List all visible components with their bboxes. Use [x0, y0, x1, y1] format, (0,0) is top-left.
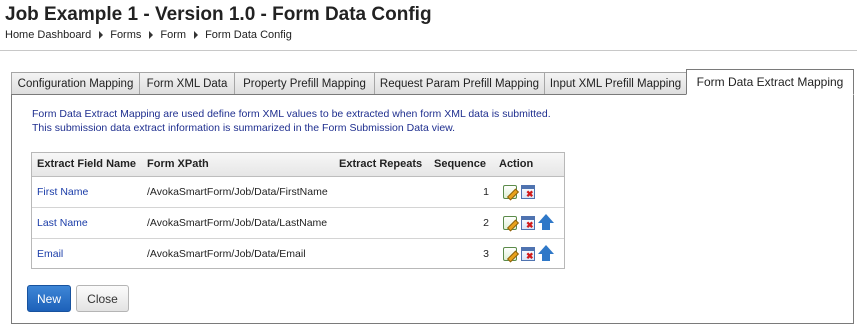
- header-sequence[interactable]: Sequence: [434, 158, 486, 170]
- header-form-xpath[interactable]: Form XPath: [147, 158, 209, 170]
- delete-icon[interactable]: [521, 185, 535, 199]
- edit-icon[interactable]: [503, 247, 517, 261]
- form-xpath-value: /AvokaSmartForm/Job/Data/LastName: [147, 217, 328, 229]
- tab-panel: Form Data Extract Mapping are used defin…: [11, 94, 854, 324]
- tab-configuration-mapping[interactable]: Configuration Mapping: [11, 72, 140, 94]
- breadcrumb: Home Dashboard Forms Form Form Data Conf…: [5, 29, 292, 41]
- table-row: Last Name /AvokaSmartForm/Job/Data/LastN…: [32, 208, 564, 239]
- row-actions: [502, 214, 554, 231]
- header-extract-repeats[interactable]: Extract Repeats: [339, 158, 422, 170]
- move-up-icon[interactable]: [538, 245, 554, 262]
- delete-icon[interactable]: [521, 216, 535, 230]
- form-xpath-value: /AvokaSmartForm/Job/Data/FirstName: [147, 186, 328, 198]
- description-line-2: This submission data extract information…: [32, 122, 456, 134]
- table-row: First Name /AvokaSmartForm/Job/Data/Firs…: [32, 177, 564, 208]
- breadcrumb-arrow-icon: [149, 31, 154, 39]
- row-actions: [502, 183, 536, 199]
- close-button[interactable]: Close: [76, 285, 129, 312]
- sequence-value: 2: [483, 217, 489, 229]
- extract-field-name-link[interactable]: Email: [37, 248, 63, 260]
- delete-icon[interactable]: [521, 247, 535, 261]
- description-line-1: Form Data Extract Mapping are used defin…: [32, 108, 551, 120]
- row-actions: [502, 245, 554, 262]
- edit-icon[interactable]: [503, 185, 517, 199]
- header-extract-field-name[interactable]: Extract Field Name: [37, 158, 136, 170]
- breadcrumb-form[interactable]: Form: [160, 29, 186, 41]
- extract-field-name-link[interactable]: Last Name: [37, 217, 88, 229]
- form-xpath-value: /AvokaSmartForm/Job/Data/Email: [147, 248, 306, 260]
- sequence-value: 3: [483, 248, 489, 260]
- breadcrumb-forms[interactable]: Forms: [110, 29, 141, 41]
- edit-icon[interactable]: [503, 216, 517, 230]
- table-header: Extract Field Name Form XPath Extract Re…: [32, 153, 564, 177]
- tab-bar: Configuration Mapping Form XML Data Prop…: [11, 69, 854, 95]
- extract-field-name-link[interactable]: First Name: [37, 186, 88, 198]
- tab-property-prefill-mapping[interactable]: Property Prefill Mapping: [234, 72, 375, 94]
- tab-request-param-prefill-mapping[interactable]: Request Param Prefill Mapping: [374, 72, 545, 94]
- breadcrumb-arrow-icon: [99, 31, 104, 39]
- header-action: Action: [499, 158, 534, 170]
- tab-input-xml-prefill-mapping[interactable]: Input XML Prefill Mapping: [544, 72, 687, 94]
- header-divider: [0, 50, 857, 51]
- sequence-value: 1: [483, 186, 489, 198]
- tab-form-data-extract-mapping[interactable]: Form Data Extract Mapping: [686, 69, 854, 95]
- table-row: Email /AvokaSmartForm/Job/Data/Email 3: [32, 239, 564, 270]
- breadcrumb-arrow-icon: [194, 31, 199, 39]
- tab-form-xml-data[interactable]: Form XML Data: [139, 72, 235, 94]
- new-button[interactable]: New: [27, 285, 71, 312]
- breadcrumb-home-dashboard[interactable]: Home Dashboard: [5, 29, 91, 41]
- page-title: Job Example 1 - Version 1.0 - Form Data …: [5, 4, 432, 25]
- extract-mapping-table: Extract Field Name Form XPath Extract Re…: [31, 152, 565, 269]
- move-up-icon[interactable]: [538, 214, 554, 231]
- breadcrumb-form-data-config: Form Data Config: [205, 29, 292, 41]
